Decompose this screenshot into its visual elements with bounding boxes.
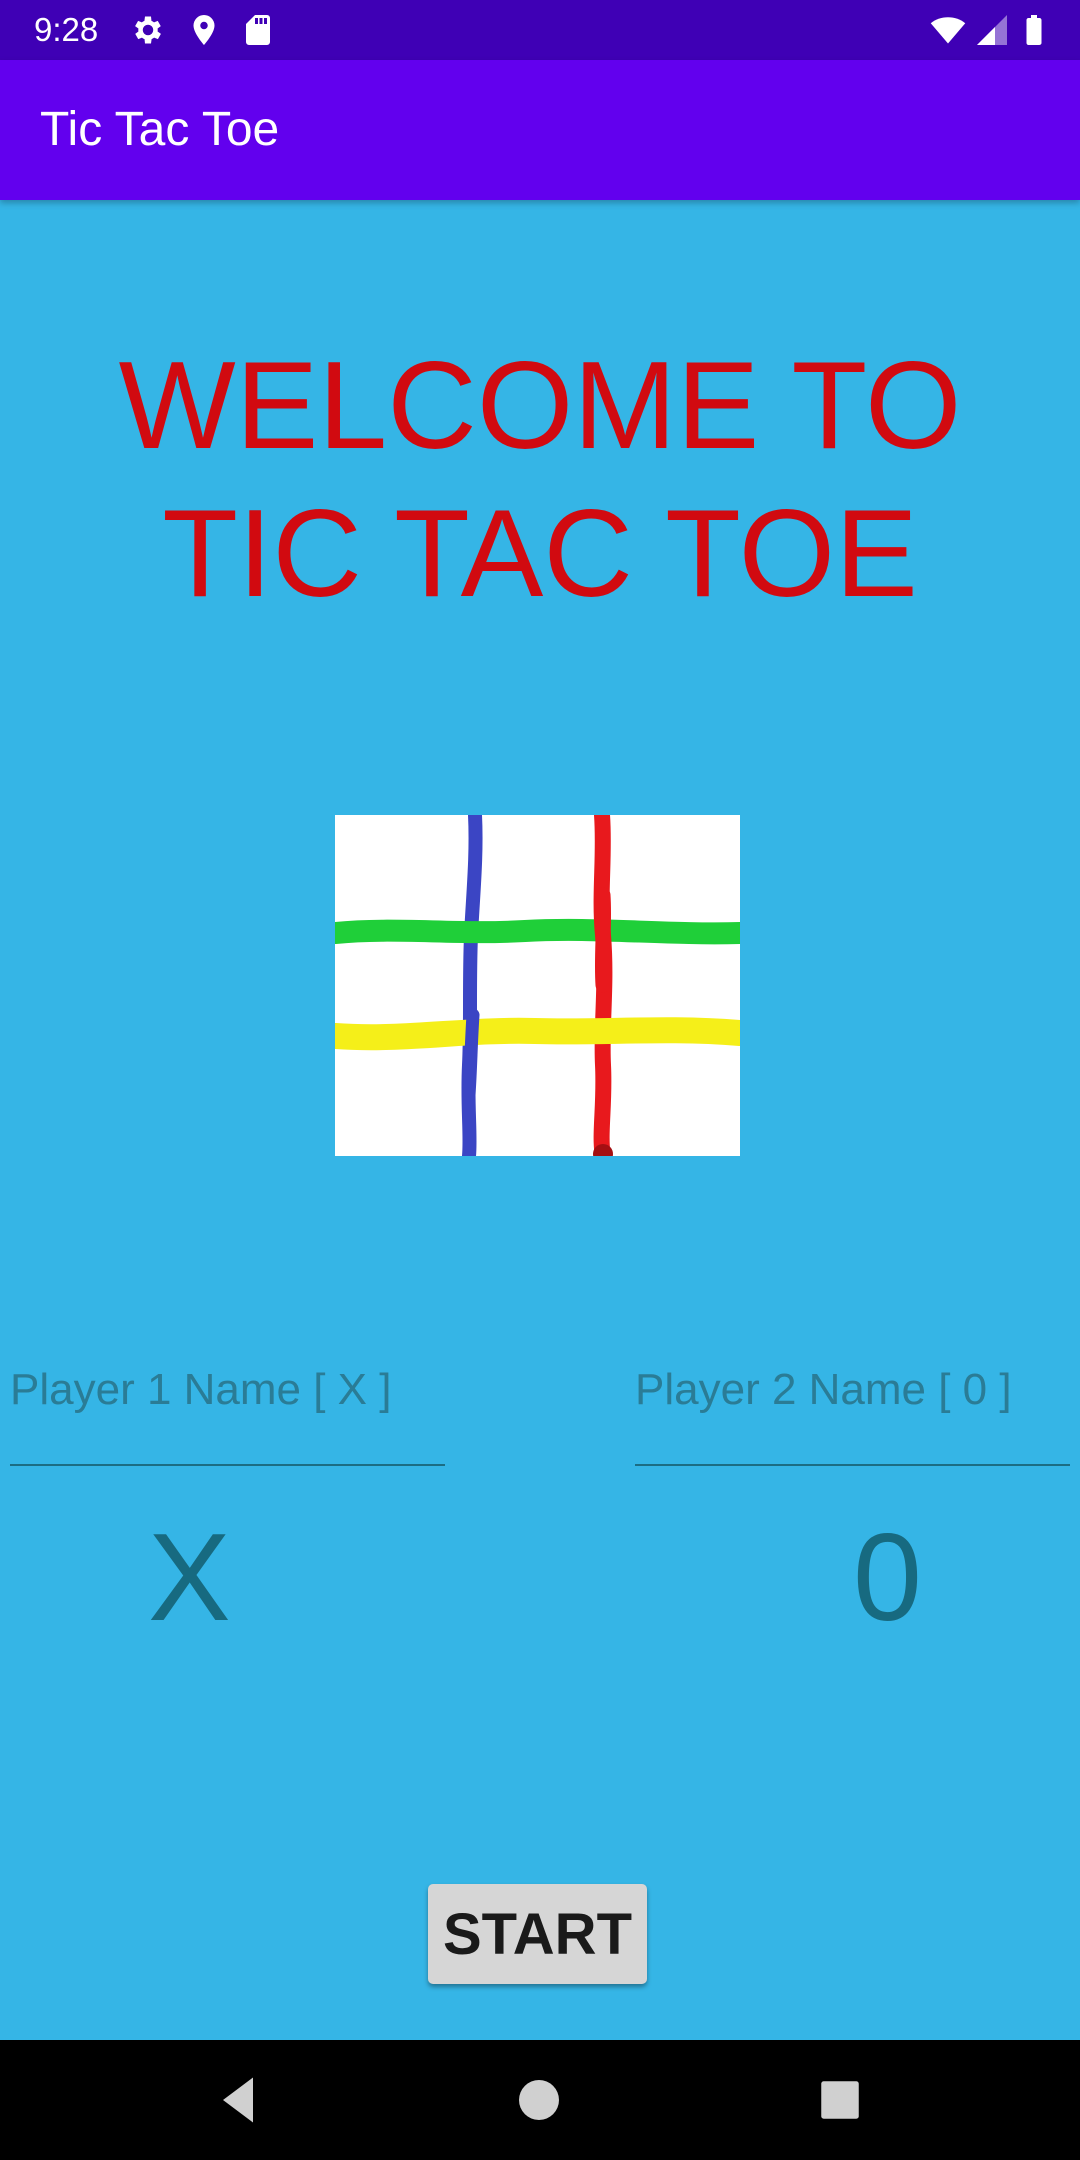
player1-name-input[interactable] <box>10 1348 445 1432</box>
welcome-line-1: WELCOME TO <box>118 337 962 475</box>
welcome-heading: WELCOME TO TIC TAC TOE <box>40 332 1040 628</box>
navigation-bar <box>0 2040 1080 2160</box>
back-icon[interactable] <box>208 2070 268 2130</box>
tic-tac-toe-grid-image <box>322 807 753 1164</box>
welcome-line-2: TIC TAC TOE <box>162 485 918 623</box>
location-icon <box>193 15 215 45</box>
sd-card-icon <box>246 15 270 45</box>
home-icon[interactable] <box>509 2070 569 2130</box>
wifi-icon <box>930 17 966 44</box>
status-time: 9:28 <box>34 11 99 48</box>
signal-icon <box>977 15 1007 45</box>
player1-symbol: X <box>148 1509 231 1647</box>
player1-name-field[interactable] <box>10 1348 445 1466</box>
start-button[interactable]: START <box>428 1884 647 1984</box>
tic-tac-toe-grid-icon <box>322 807 753 1164</box>
app-title: Tic Tac Toe <box>40 103 280 156</box>
player2-symbol: 0 <box>853 1509 922 1647</box>
app-bar: Tic Tac Toe <box>0 60 1080 200</box>
battery-icon <box>1026 15 1042 45</box>
app-screen: 9:28 Tic Tac Toe WELCOME TO TIC TAC TOE <box>0 0 1080 2160</box>
player2-name-input[interactable] <box>635 1348 1070 1432</box>
settings-icon <box>135 16 161 44</box>
player2-name-field[interactable] <box>635 1348 1070 1466</box>
recents-icon[interactable] <box>810 2070 870 2130</box>
status-bar: 9:28 <box>0 0 1080 60</box>
